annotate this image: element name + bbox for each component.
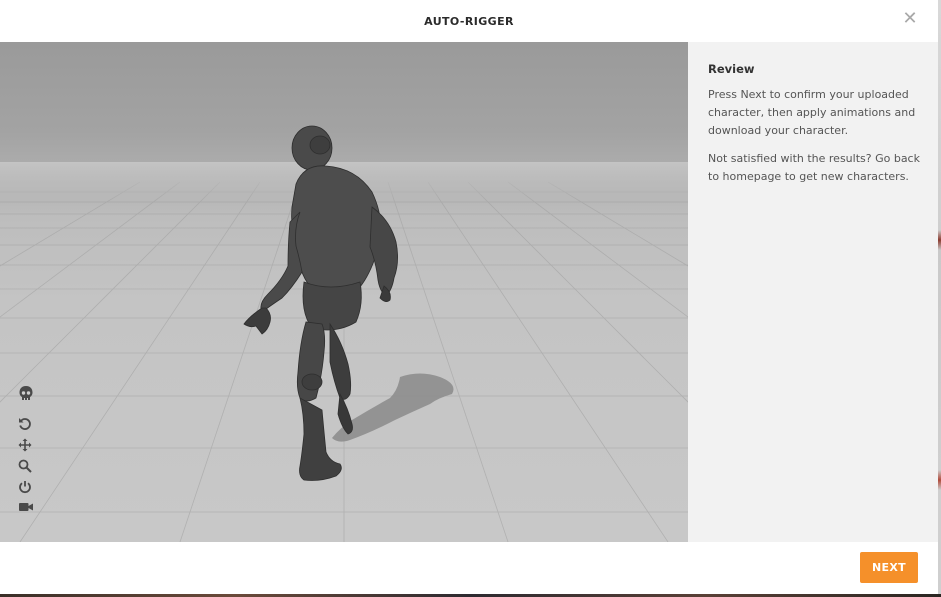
3d-viewport[interactable] [0,42,688,542]
review-sidebar: Review Press Next to confirm your upload… [688,42,938,542]
modal-title: AUTO-RIGGER [424,14,514,28]
camera-icon[interactable] [18,501,38,519]
modal-footer: NEXT [0,542,938,594]
zoom-icon[interactable] [18,459,38,477]
review-heading: Review [708,62,755,76]
pan-icon[interactable] [18,438,38,456]
review-instructions: Press Next to confirm your uploaded char… [708,88,916,137]
next-button[interactable]: NEXT [860,552,918,583]
power-icon[interactable] [18,480,38,498]
scene-render [0,125,688,542]
reset-rotation-icon[interactable] [18,417,38,435]
skeleton-icon[interactable] [18,385,38,403]
auto-rigger-modal: AUTO-RIGGER ✕ Review Press Next to confi… [0,0,938,594]
close-icon[interactable]: ✕ [900,9,920,29]
review-help-text: Not satisfied with the results? Go back … [708,152,920,183]
modal-header: AUTO-RIGGER ✕ [0,0,938,42]
